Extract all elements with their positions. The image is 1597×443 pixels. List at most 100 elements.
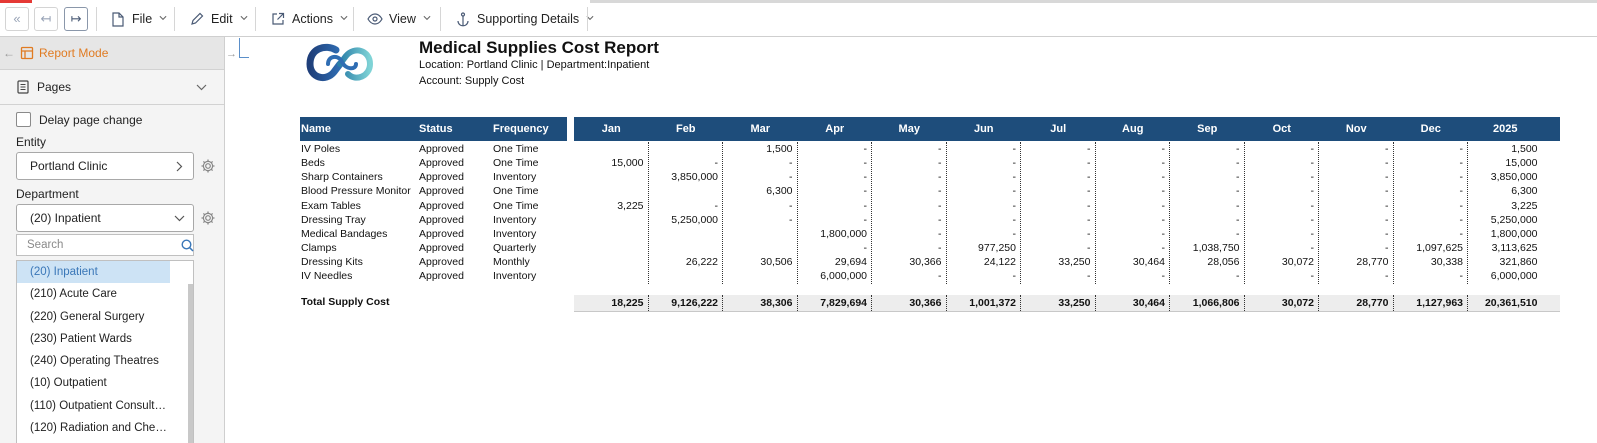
month-value-cell <box>723 241 793 255</box>
total-value-cell: 9,126,222 <box>671 297 718 309</box>
month-value-cell <box>574 255 644 269</box>
delay-page-change-option[interactable]: Delay page change <box>16 112 142 127</box>
report-mode-bar[interactable]: ← Report Mode <box>0 37 224 70</box>
month-value-cell: 3,225 <box>1511 199 1538 212</box>
month-value-cell: - <box>938 171 942 184</box>
column-header-month: Oct <box>1272 123 1291 135</box>
month-value-cell: - <box>1459 270 1464 283</box>
column-header-month: Mar <box>750 123 771 135</box>
item-name-cell: Exam Tables <box>301 199 361 212</box>
month-value-cell: - <box>1310 143 1315 155</box>
month-value-cell: 30,464 <box>1132 256 1165 269</box>
month-value-cell: 1,800,000 <box>1490 227 1538 240</box>
supporting-details-menu[interactable]: Supporting Details <box>455 9 594 29</box>
total-column-divider <box>1169 295 1170 311</box>
actions-menu[interactable]: Actions <box>270 9 348 29</box>
month-value-cell: - <box>938 143 942 155</box>
month-value-cell <box>574 184 644 198</box>
table-row: IV Poles Approved One Time 1,500 - - - - - - - - - 1,… <box>0 142 1597 156</box>
month-value-cell: - <box>1385 270 1389 283</box>
month-value-cell: - <box>1012 143 1017 155</box>
file-menu[interactable]: File <box>110 9 167 29</box>
total-value-cell: 7,829,694 <box>820 297 867 309</box>
department-option[interactable]: (10) Outpatient <box>17 372 170 394</box>
month-value-cell: - <box>1087 143 1091 155</box>
month-value-cell: - <box>1236 185 1240 198</box>
column-divider <box>796 142 798 284</box>
month-value-cell: - <box>1087 213 1091 226</box>
expand-arrow-icon[interactable]: → <box>226 48 237 60</box>
month-value-cell <box>574 213 644 227</box>
month-value-cell: - <box>789 213 793 226</box>
total-column-divider <box>1020 295 1021 311</box>
month-value-cell: - <box>1459 213 1464 226</box>
month-value-cell: - <box>938 242 942 255</box>
department-option[interactable]: (230) Patient Wards <box>17 328 170 350</box>
month-value-cell: - <box>1087 185 1091 198</box>
month-value-cell: - <box>1087 270 1091 283</box>
month-value-cell: - <box>1385 213 1389 226</box>
first-page-button[interactable]: « <box>5 7 29 31</box>
month-value-cell: 29,694 <box>834 256 867 269</box>
month-value-cell: 6,000,000 <box>1490 270 1538 283</box>
column-header-month: Feb <box>675 123 696 135</box>
column-header-month: Jun <box>973 123 994 135</box>
column-divider <box>945 142 947 284</box>
total-column-divider <box>1318 295 1319 311</box>
options-scrollbar[interactable] <box>188 284 193 443</box>
back-arrow-icon[interactable]: ← <box>3 46 17 60</box>
month-value-cell: - <box>1012 213 1017 226</box>
report-title: Medical Supplies Cost Report <box>419 38 659 57</box>
month-value-cell: - <box>1161 199 1166 212</box>
column-header-month: Aug <box>1122 123 1144 135</box>
month-value-cell <box>649 241 719 255</box>
month-value-cell: - <box>1161 270 1166 283</box>
table-row: Medical Bandages Approved Inventory 1,800,0… <box>0 227 1597 241</box>
month-value-cell <box>649 184 719 198</box>
month-value-cell <box>723 227 793 241</box>
next-page-button[interactable]: ↦ <box>64 7 88 31</box>
item-status-cell: Approved <box>419 185 464 198</box>
month-value-cell: - <box>1385 199 1389 212</box>
month-value-cell: - <box>1459 185 1464 198</box>
toolbar-separator <box>587 7 588 31</box>
report-mode-icon <box>20 46 34 60</box>
month-value-cell: - <box>1236 213 1240 226</box>
month-value-cell: 6,300 <box>1511 185 1538 198</box>
month-value-cell: 15,000 <box>1505 157 1538 170</box>
edit-menu-label: Edit <box>211 12 233 26</box>
month-value-cell: - <box>1087 199 1091 212</box>
view-menu[interactable]: View <box>367 9 431 29</box>
month-value-cell: - <box>1161 171 1166 184</box>
month-value-cell: - <box>1012 199 1017 212</box>
month-value-cell: 28,056 <box>1207 256 1240 269</box>
department-option[interactable]: (240) Operating Theatres <box>17 350 170 372</box>
column-header-month: Jan <box>601 123 621 135</box>
month-value-cell: 321,860 <box>1499 256 1538 269</box>
top-accent-line <box>0 0 1597 3</box>
department-option[interactable]: (120) Radiation and Chemot... <box>17 417 170 439</box>
department-options-list: (20) Inpatient (210) Acute Care (220) Ge… <box>16 260 194 443</box>
chevron-down-icon[interactable] <box>196 84 207 91</box>
toolbar-separator <box>255 7 256 31</box>
month-value-cell: - <box>1236 270 1240 283</box>
column-header-month: Sep <box>1197 123 1218 135</box>
table-row: Exam Tables Approved One Time 3,225 - - - - - - - -… <box>0 199 1597 213</box>
column-divider <box>1243 142 1245 284</box>
toolbar-separator <box>353 7 354 31</box>
report-account-line: Account: Supply Cost <box>419 75 525 87</box>
month-value-cell: - <box>1012 157 1017 170</box>
delay-page-change-checkbox[interactable] <box>16 112 31 127</box>
item-status-cell: Approved <box>419 227 464 240</box>
month-value-cell: - <box>1087 227 1091 240</box>
previous-page-button[interactable]: ↤ <box>34 7 58 31</box>
department-option[interactable]: (110) Outpatient Consultati... <box>17 395 170 417</box>
department-option[interactable]: (210) Acute Care <box>17 283 170 305</box>
total-value-cell: 20,361,510 <box>1484 297 1538 309</box>
top-toolbar: « ↤ ↦ File Edit Actions View Supporting … <box>0 0 1597 37</box>
department-option[interactable]: (220) General Surgery <box>17 306 170 328</box>
company-logo <box>306 42 374 84</box>
month-value-cell: - <box>863 213 868 226</box>
pages-section-header[interactable]: Pages <box>0 70 224 105</box>
edit-menu[interactable]: Edit <box>189 9 248 29</box>
